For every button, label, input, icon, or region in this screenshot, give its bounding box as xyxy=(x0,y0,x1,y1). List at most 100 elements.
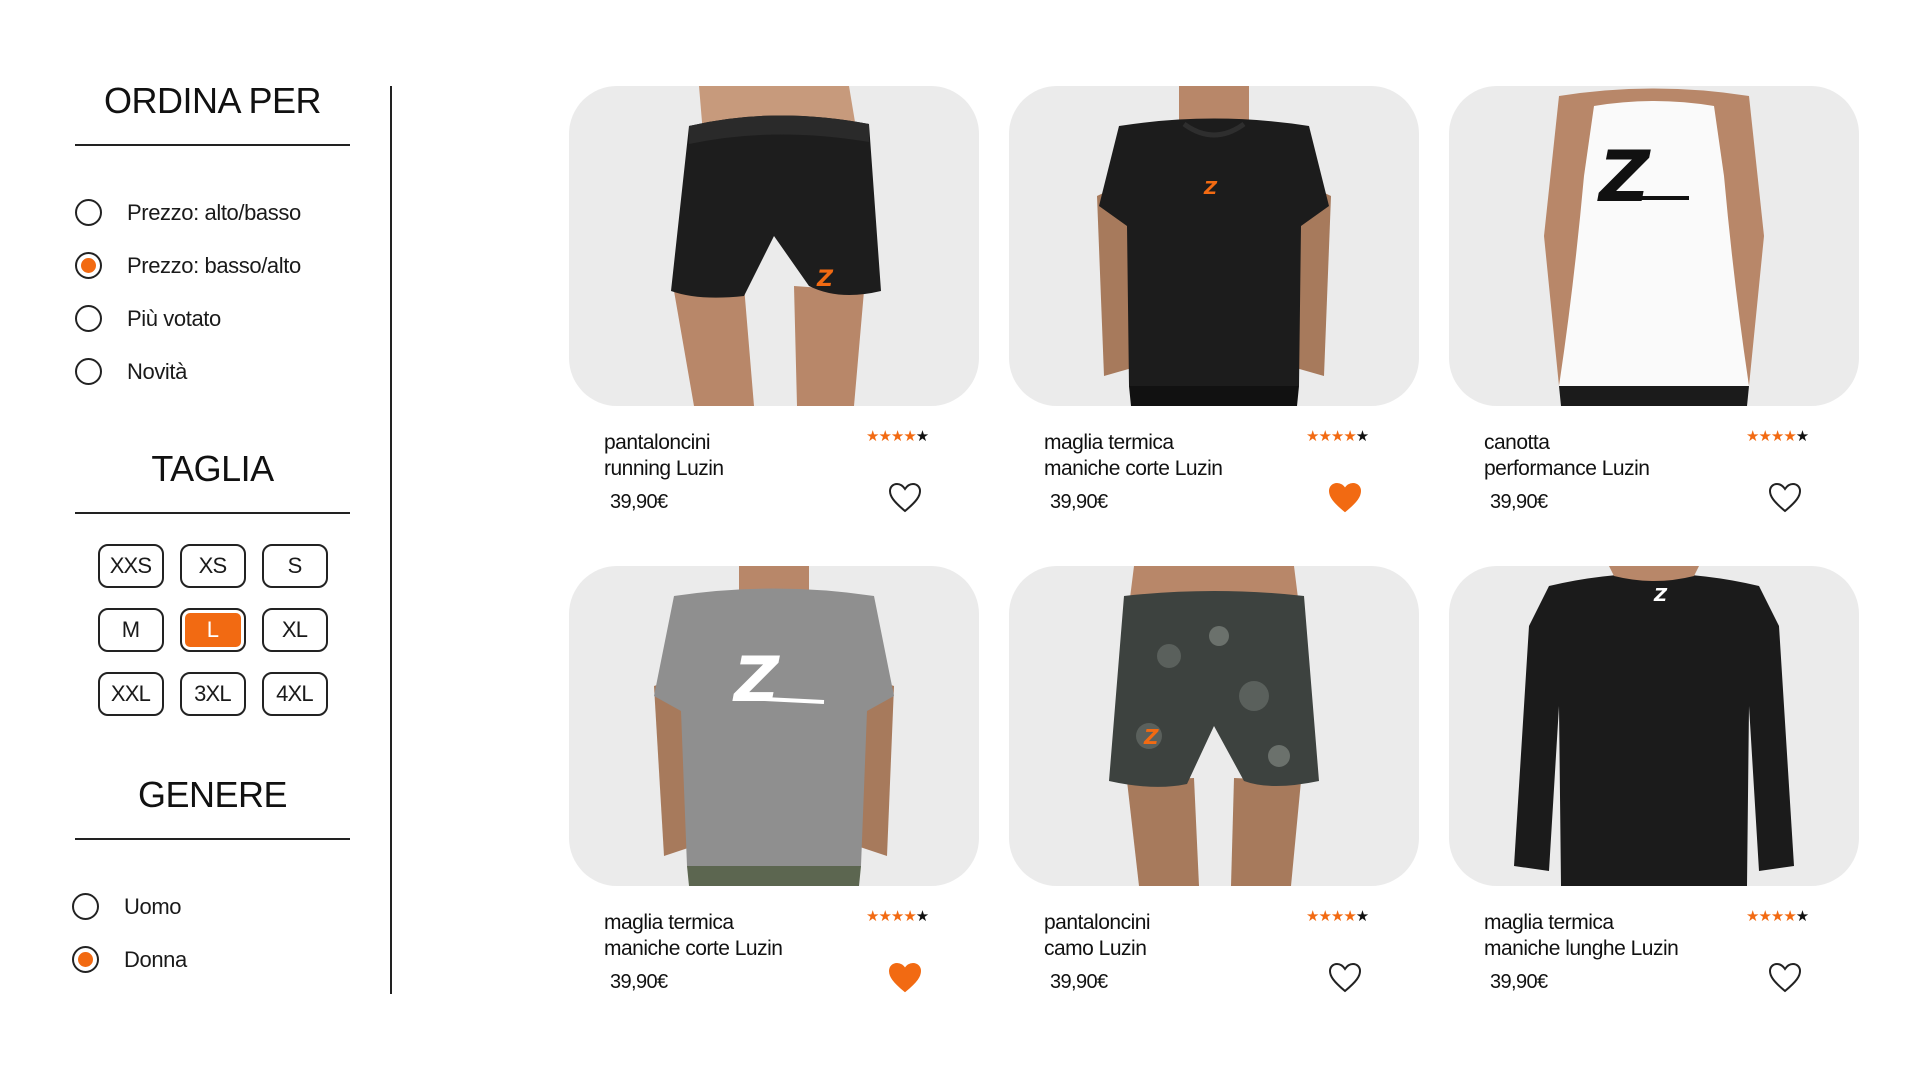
sort-option-price-desc[interactable]: Prezzo: alto/basso xyxy=(75,186,350,239)
product-price: 39,90€ xyxy=(1050,971,1108,993)
size-button-s[interactable]: S xyxy=(261,544,328,588)
product-card[interactable]: Z maglia termica maniche corte Luzin ★★★… xyxy=(569,566,979,1006)
product-name[interactable]: pantaloncini camo Luzin xyxy=(1044,910,1284,962)
star-icon: ★★★★ xyxy=(1306,428,1357,445)
product-price: 39,90€ xyxy=(1490,971,1548,993)
sidebar-divider xyxy=(390,86,392,994)
size-button-m[interactable]: M xyxy=(97,608,164,652)
size-button-3xl[interactable]: 3XL xyxy=(179,672,246,716)
star-icon: ★ xyxy=(915,428,929,445)
star-icon: ★★★★ xyxy=(866,908,917,925)
product-image-grey-tshirt[interactable]: Z xyxy=(569,566,979,886)
rating-stars: ★★★★★ xyxy=(1306,907,1369,925)
product-card[interactable]: Z maglia termica maniche lunghe Luzin ★★… xyxy=(1449,566,1859,1006)
radio-button[interactable] xyxy=(75,358,102,385)
product-name[interactable]: maglia termica maniche corte Luzin xyxy=(604,910,844,962)
product-card[interactable]: Z pantaloncini camo Luzin ★★★★★ 39,90€ xyxy=(1009,566,1419,1006)
product-name[interactable]: maglia termica maniche corte Luzin xyxy=(1044,430,1284,482)
star-icon: ★ xyxy=(1355,428,1369,445)
gender-title: GENERE xyxy=(137,774,288,815)
heart-icon[interactable] xyxy=(1768,962,1802,994)
product-name[interactable]: maglia termica maniche lunghe Luzin xyxy=(1484,910,1724,962)
product-price: 39,90€ xyxy=(1490,491,1548,513)
size-divider xyxy=(75,512,350,514)
size-button-4xl[interactable]: 4XL xyxy=(261,672,328,716)
sort-option-label: Più votato xyxy=(127,305,221,331)
svg-text:Z: Z xyxy=(1143,725,1159,749)
product-name-line: maniche lunghe Luzin xyxy=(1484,937,1679,960)
size-button-l[interactable]: L xyxy=(179,608,246,652)
product-card[interactable]: Z pantaloncini running Luzin ★★★★★ 39,90… xyxy=(569,86,979,526)
radio-button[interactable] xyxy=(72,893,99,920)
radio-button[interactable] xyxy=(75,252,102,279)
size-button-xxl[interactable]: XXL xyxy=(97,672,164,716)
rating-stars: ★★★★★ xyxy=(1306,427,1369,445)
filters-sidebar: ORDINA PER Prezzo: alto/basso Prezzo: ba… xyxy=(72,80,350,986)
star-icon: ★★★★ xyxy=(1746,428,1797,445)
heart-icon[interactable] xyxy=(1328,962,1362,994)
product-image-black-tshirt[interactable]: Z xyxy=(1009,86,1419,406)
heart-icon[interactable] xyxy=(888,482,922,514)
svg-text:Z: Z xyxy=(1653,585,1668,606)
star-icon: ★★★★ xyxy=(1306,908,1357,925)
radio-button[interactable] xyxy=(75,199,102,226)
product-name-line: canotta xyxy=(1484,431,1550,454)
star-icon: ★★★★ xyxy=(1746,908,1797,925)
sort-options: Prezzo: alto/basso Prezzo: basso/alto Pi… xyxy=(75,186,350,398)
size-title: TAGLIA xyxy=(151,448,274,489)
product-card[interactable]: Z maglia termica maniche corte Luzin ★★★… xyxy=(1009,86,1419,526)
product-image-white-tank[interactable]: Z xyxy=(1449,86,1859,406)
product-name-line: pantaloncini xyxy=(1044,911,1151,934)
heart-icon[interactable] xyxy=(888,962,922,994)
svg-text:Z: Z xyxy=(1597,136,1651,218)
star-icon: ★ xyxy=(1355,908,1369,925)
size-button-xs[interactable]: XS xyxy=(179,544,246,588)
svg-text:Z: Z xyxy=(1203,178,1218,199)
rating-stars: ★★★★★ xyxy=(866,427,929,445)
svg-text:Z: Z xyxy=(816,267,834,292)
sort-divider xyxy=(75,144,350,146)
product-image-black-longsleeve[interactable]: Z xyxy=(1449,566,1859,886)
gender-option-label: Uomo xyxy=(124,893,182,919)
radio-button[interactable] xyxy=(75,305,102,332)
sort-option-top-rated[interactable]: Più votato xyxy=(75,292,350,345)
product-name-line: camo Luzin xyxy=(1044,937,1147,960)
gender-options: Uomo Donna xyxy=(72,880,350,986)
size-button-xl[interactable]: XL xyxy=(261,608,328,652)
product-name-line: maglia termica xyxy=(604,911,734,934)
size-button-xxs[interactable]: XXS xyxy=(97,544,164,588)
product-name-line: running Luzin xyxy=(604,457,724,480)
gender-option-label: Donna xyxy=(124,946,187,972)
rating-stars: ★★★★★ xyxy=(866,907,929,925)
product-name[interactable]: pantaloncini running Luzin xyxy=(604,430,844,482)
sort-title: ORDINA PER xyxy=(103,80,322,121)
product-name[interactable]: canotta performance Luzin xyxy=(1484,430,1724,482)
rating-stars: ★★★★★ xyxy=(1746,427,1809,445)
product-name-line: pantaloncini xyxy=(604,431,711,454)
product-price: 39,90€ xyxy=(1050,491,1108,513)
sort-option-label: Prezzo: basso/alto xyxy=(127,252,301,278)
svg-text:Z: Z xyxy=(732,643,780,716)
star-icon: ★ xyxy=(1795,428,1809,445)
radio-button[interactable] xyxy=(72,946,99,973)
gender-option-uomo[interactable]: Uomo xyxy=(72,880,350,933)
product-price: 39,90€ xyxy=(610,971,668,993)
heart-icon[interactable] xyxy=(1328,482,1362,514)
size-options: XXS XS S M L XL XXL 3XL 4XL xyxy=(75,544,350,716)
product-name-line: maniche corte Luzin xyxy=(1044,457,1223,480)
heart-icon[interactable] xyxy=(1768,482,1802,514)
sort-option-new[interactable]: Novità xyxy=(75,345,350,398)
product-name-line: performance Luzin xyxy=(1484,457,1650,480)
star-icon: ★ xyxy=(915,908,929,925)
product-name-line: maglia termica xyxy=(1484,911,1614,934)
rating-stars: ★★★★★ xyxy=(1746,907,1809,925)
product-price: 39,90€ xyxy=(610,491,668,513)
sort-option-price-asc[interactable]: Prezzo: basso/alto xyxy=(75,239,350,292)
product-grid: Z pantaloncini running Luzin ★★★★★ 39,90… xyxy=(569,86,1859,1006)
sort-option-label: Prezzo: alto/basso xyxy=(127,199,301,225)
product-image-black-shorts[interactable]: Z xyxy=(569,86,979,406)
gender-option-donna[interactable]: Donna xyxy=(72,933,350,986)
product-image-camo-shorts[interactable]: Z xyxy=(1009,566,1419,886)
product-card[interactable]: Z canotta performance Luzin ★★★★★ 39,90€ xyxy=(1449,86,1859,526)
star-icon: ★ xyxy=(1795,908,1809,925)
